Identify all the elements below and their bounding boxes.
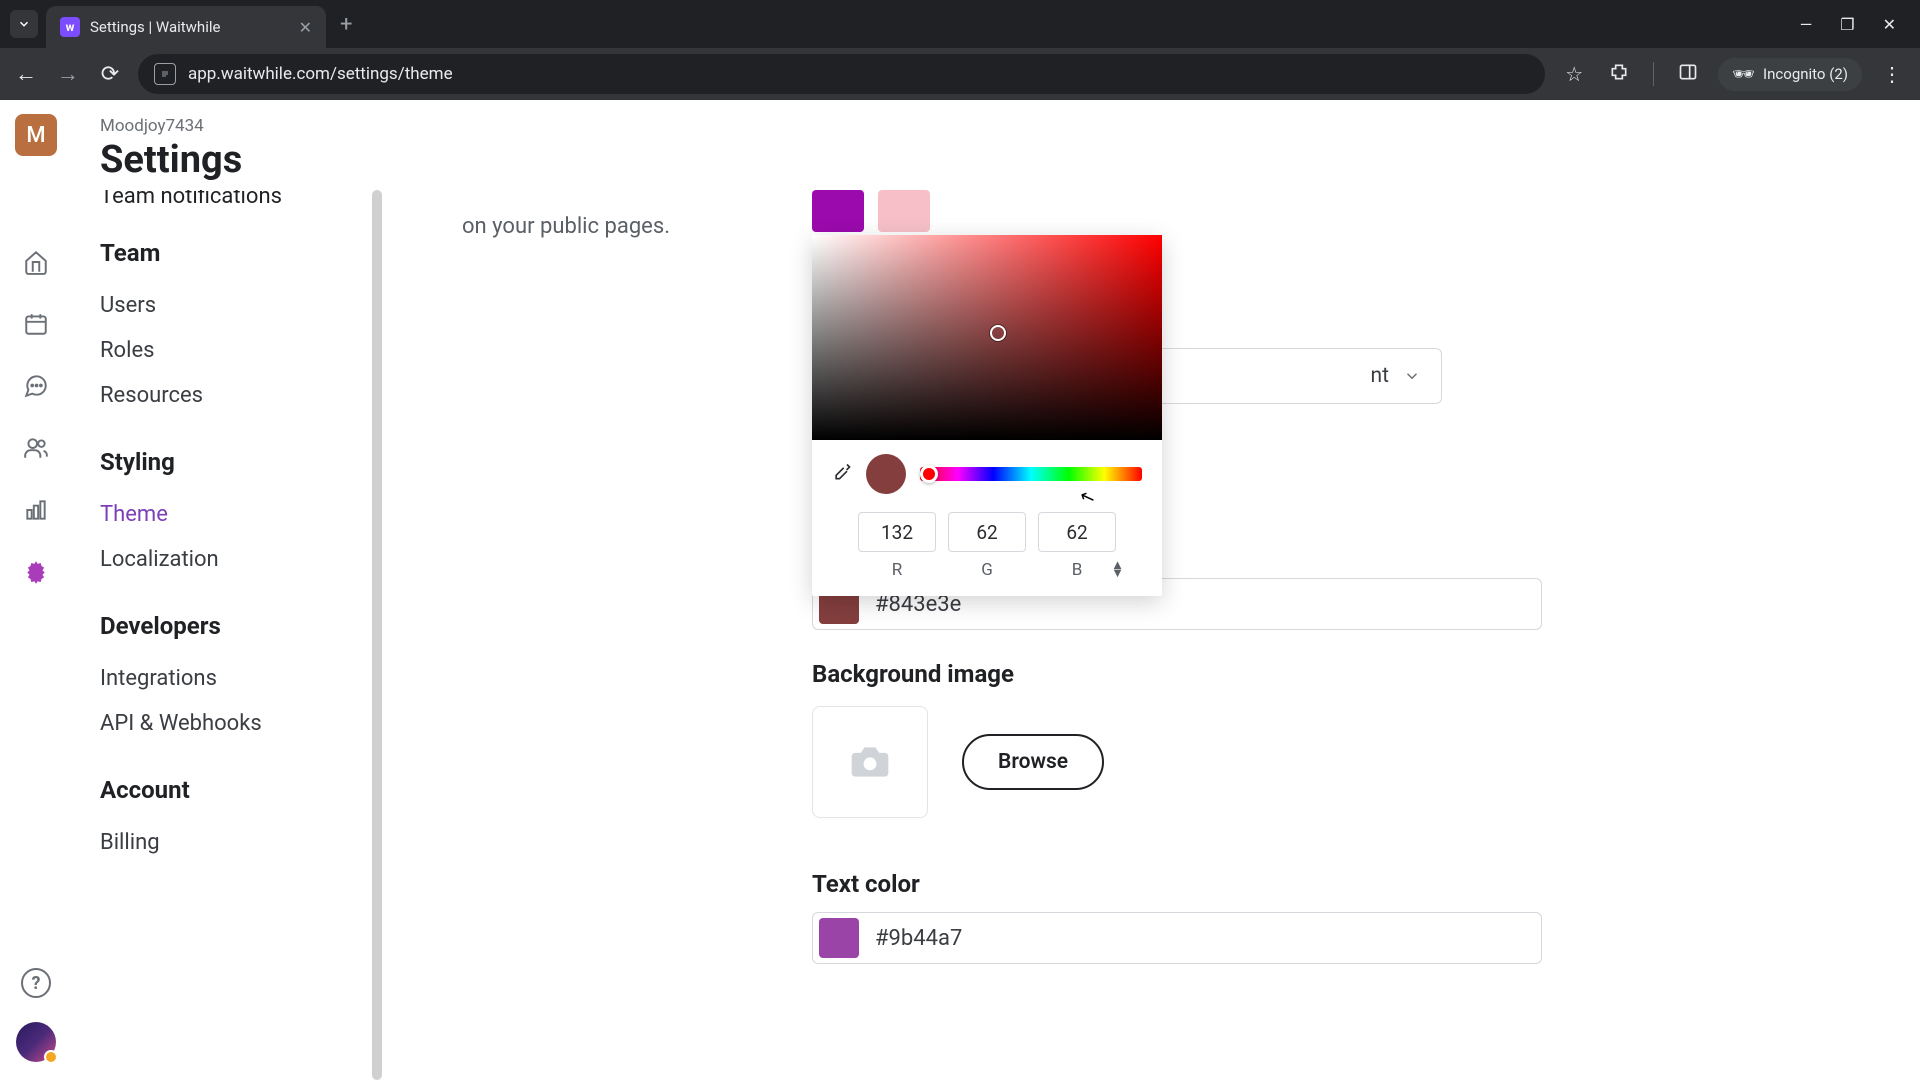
nav-item-resources[interactable]: Resources [100,373,382,418]
nav-item-users[interactable]: Users [100,283,382,328]
bg-image-label: Background image [812,660,1104,688]
g-label: G [948,560,1026,580]
calendar-icon[interactable] [20,308,52,340]
picker-controls: ↖ [812,440,1162,508]
chevron-down-icon [1403,367,1421,385]
bookmark-icon[interactable]: ☆ [1565,62,1583,86]
tab-title: Settings | Waitwhile [90,18,289,36]
address-bar[interactable]: app.waitwhile.com/settings/theme [138,54,1545,94]
forward-button: → [54,61,82,87]
r-label: R [858,560,936,580]
window-controls: — ❐ ✕ [1800,15,1910,34]
reload-button[interactable]: ⟳ [96,62,124,87]
nav-section-styling: Styling [100,448,382,476]
minimize-icon[interactable]: — [1800,15,1813,34]
cursor-icon: ↖ [1077,485,1098,510]
description-text: on your public pages. [462,214,670,239]
text-color-section: Text color #9b44a7 [812,870,1542,964]
browser-tab[interactable]: w Settings | Waitwhile ✕ [46,6,326,48]
nav-item-team-notifications[interactable]: Team notifications [100,190,382,209]
workspace-avatar[interactable]: M [15,114,57,156]
browse-button[interactable]: Browse [962,734,1104,790]
menu-icon[interactable]: ⋮ [1882,62,1902,86]
nav-item-integrations[interactable]: Integrations [100,656,382,701]
settings-body: on your public pages. nt [382,190,1920,1080]
tab-bar: w Settings | Waitwhile ✕ + — ❐ ✕ [0,0,1920,48]
color-mode-toggle[interactable]: ▲▼ [1111,562,1124,578]
users-icon[interactable] [20,432,52,464]
swatch-purple[interactable] [812,190,864,232]
camera-icon [848,740,892,784]
side-panel-icon[interactable] [1678,62,1698,87]
maximize-icon[interactable]: ❐ [1840,15,1854,34]
text-color-hex: #9b44a7 [875,926,962,951]
background-image-section: Background image Browse [812,660,1104,818]
select-value-suffix: nt [1371,364,1389,388]
incognito-badge[interactable]: 🕶 Incognito (2) [1718,58,1862,91]
close-window-icon[interactable]: ✕ [1883,15,1896,34]
image-placeholder[interactable] [812,706,928,818]
nav-item-roles[interactable]: Roles [100,328,382,373]
accent-swatches [812,190,930,232]
settings-nav[interactable]: Team notifications Team Users Roles Reso… [72,190,382,1080]
icon-rail: M ? [0,100,72,1080]
page-title: Settings [100,138,1920,182]
main-row: Team notifications Team Users Roles Reso… [72,190,1920,1080]
new-tab-button[interactable]: + [340,12,352,37]
analytics-icon[interactable] [20,494,52,526]
rgb-labels: R G B [812,558,1162,596]
help-icon[interactable]: ? [21,968,51,998]
rgb-inputs: 132 62 62 [812,508,1162,558]
hue-slider[interactable]: ↖ [920,467,1142,481]
back-button[interactable]: ← [12,61,40,87]
sv-handle[interactable] [990,325,1006,341]
close-tab-icon[interactable]: ✕ [299,18,312,37]
g-input[interactable]: 62 [948,512,1026,552]
saturation-value-panel[interactable] [812,235,1162,440]
nav-bar: ← → ⟳ app.waitwhile.com/settings/theme ☆… [0,48,1920,100]
nav-item-theme[interactable]: Theme [100,492,382,537]
text-color-label: Text color [812,870,1542,898]
status-dot-icon [44,1050,58,1064]
breadcrumb: Moodjoy7434 [100,116,1920,136]
color-picker[interactable]: ↖ 132 62 62 R G B ▲▼ [812,235,1162,596]
home-icon[interactable] [20,246,52,278]
nav-section-developers: Developers [100,612,382,640]
settings-icon[interactable] [20,556,52,588]
tab-search-dropdown[interactable] [10,10,38,38]
app-root: M ? Moodjoy7434 Settings Team notificati… [0,100,1920,1080]
nav-item-localization[interactable]: Localization [100,537,382,582]
user-avatar[interactable] [16,1022,56,1062]
nav-section-account: Account [100,776,382,804]
text-color-field[interactable]: #9b44a7 [812,912,1542,964]
text-color-chip[interactable] [819,918,859,958]
nav-section-team: Team [100,239,382,267]
incognito-icon: 🕶 [1732,64,1755,85]
hue-handle[interactable] [920,465,938,483]
swatch-pink[interactable] [878,190,930,232]
page-header: Moodjoy7434 Settings [72,100,1920,190]
b-label: B [1038,560,1116,580]
font-select[interactable]: nt [1142,348,1442,404]
toolbar-divider [1653,62,1654,86]
chevron-down-icon [17,17,31,31]
chat-icon[interactable] [20,370,52,402]
favicon-icon: w [60,17,80,37]
nav-item-billing[interactable]: Billing [100,820,382,865]
b-input[interactable]: 62 [1038,512,1116,552]
extensions-icon[interactable] [1609,62,1629,87]
content-column: Moodjoy7434 Settings Team notifications … [72,100,1920,1080]
eyedropper-icon[interactable] [832,462,852,487]
url-text: app.waitwhile.com/settings/theme [188,64,1529,84]
nav-item-api-webhooks[interactable]: API & Webhooks [100,701,382,746]
browser-chrome: w Settings | Waitwhile ✕ + — ❐ ✕ ← → ⟳ a… [0,0,1920,100]
color-preview [866,454,906,494]
r-input[interactable]: 132 [858,512,936,552]
site-info-icon[interactable] [154,63,176,85]
incognito-label: Incognito (2) [1763,65,1848,83]
